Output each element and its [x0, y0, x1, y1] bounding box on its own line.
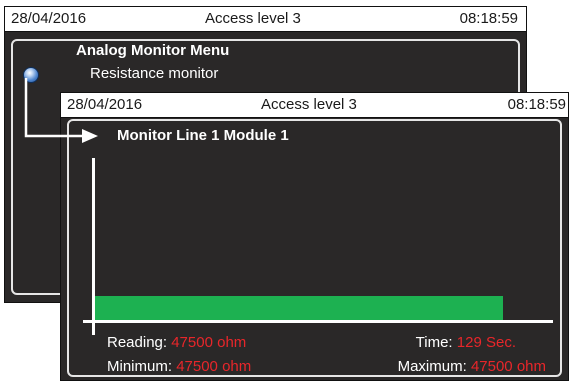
status-bar: 28/04/2016 Access level 3 08:18:59 — [5, 7, 526, 32]
monitor-title: Monitor Line 1 Module 1 — [117, 127, 289, 144]
vertical-axis — [92, 158, 95, 335]
horizontal-axis — [83, 320, 553, 323]
maximum-value: 47500 ohm — [470, 358, 546, 375]
menu-title: Analog Monitor Menu — [76, 42, 230, 59]
status-time: 08:18:59 — [507, 96, 566, 113]
status-date: 28/04/2016 — [67, 96, 143, 113]
monitor-line-screen: 28/04/2016 Access level 3 08:18:59 Monit… — [60, 92, 569, 381]
status-date: 28/04/2016 — [11, 10, 87, 27]
time-value: 129 Sec. — [456, 334, 516, 351]
minimum-readout: Minimum: 47500 ohm — [107, 358, 251, 375]
status-time: 08:18:59 — [459, 10, 518, 27]
time-readout: Time: 129 Sec. — [416, 334, 516, 351]
menu-item-resistance-monitor[interactable]: Resistance monitor — [90, 65, 218, 82]
minimum-value: 47500 ohm — [176, 358, 252, 375]
minimum-label: Minimum: — [107, 358, 173, 375]
maximum-label: Maximum: — [397, 358, 467, 375]
status-access-level: Access level 3 — [205, 10, 301, 27]
level-bar-track — [94, 296, 569, 320]
time-label: Time: — [415, 334, 453, 351]
reading-readout: Reading: 47500 ohm — [107, 334, 246, 351]
reading-value: 47500 ohm — [171, 334, 247, 351]
status-access-level: Access level 3 — [261, 96, 357, 113]
reading-label: Reading: — [107, 334, 168, 351]
radio-bullet-icon[interactable] — [23, 67, 39, 83]
maximum-readout: Maximum: 47500 ohm — [398, 358, 546, 375]
level-bar-fill — [94, 296, 504, 320]
status-bar: 28/04/2016 Access level 3 08:18:59 — [61, 93, 568, 118]
